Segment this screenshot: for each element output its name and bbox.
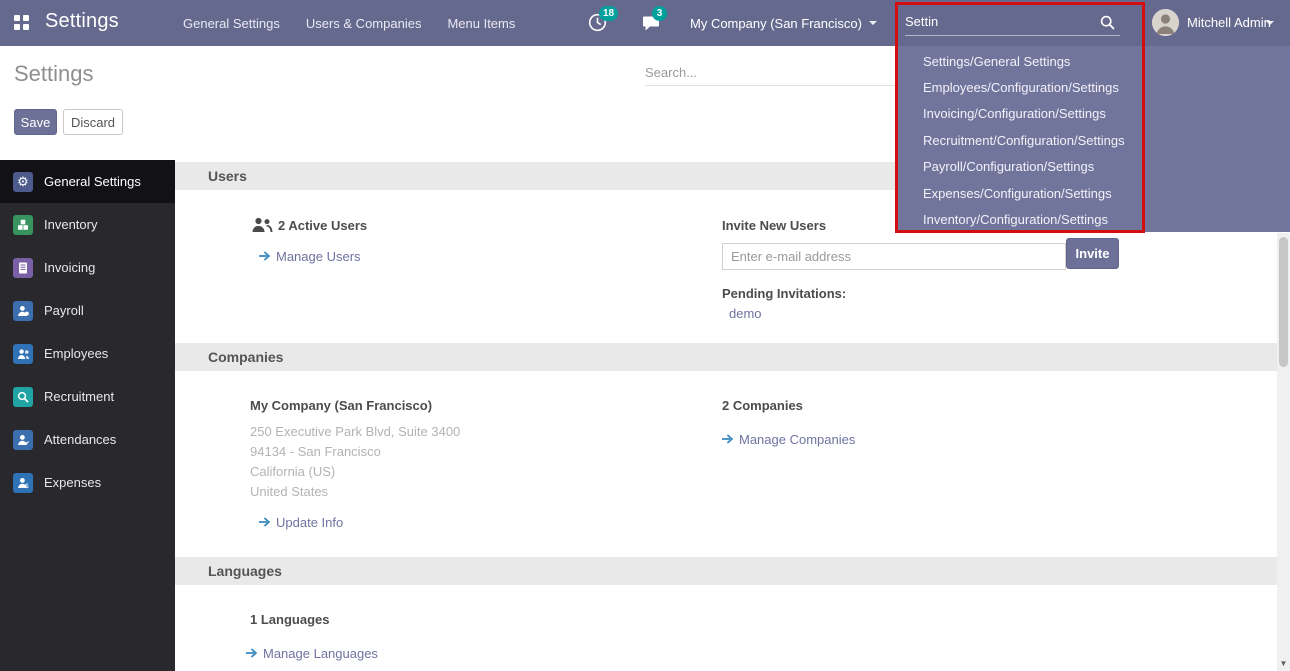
arrow-right-icon <box>259 249 271 264</box>
sidebar-item-employees[interactable]: Employees <box>0 332 175 375</box>
invite-new-users-title: Invite New Users <box>722 218 826 233</box>
manage-companies-link[interactable]: Manage Companies <box>722 432 855 447</box>
sidebar-item-label: General Settings <box>44 174 141 189</box>
search-result-item[interactable]: Invoicing/Configuration/Settings <box>895 101 1290 127</box>
general-settings-icon: ⚙ <box>13 172 33 192</box>
sidebar-item-label: Inventory <box>44 217 97 232</box>
menu-search-input[interactable] <box>905 8 1120 36</box>
section-header-languages: Languages <box>175 557 1277 585</box>
pending-invitation-tag[interactable]: demo <box>729 306 762 321</box>
search-result-item[interactable]: Settings/General Settings <box>895 48 1290 74</box>
users-icon <box>251 217 273 235</box>
search-result-item[interactable]: Expenses/Configuration/Settings <box>895 180 1290 206</box>
page-title: Settings <box>14 61 94 87</box>
invite-button[interactable]: Invite <box>1066 238 1119 269</box>
languages-count: 1 Languages <box>250 612 329 627</box>
scrollbar-down-arrow-icon[interactable]: ▼ <box>1277 655 1290 671</box>
invoicing-icon <box>13 258 33 278</box>
arrow-right-icon <box>246 646 258 661</box>
sidebar-item-attendances[interactable]: Attendances <box>0 418 175 461</box>
messages-badge: 3 <box>652 6 667 21</box>
pending-invitations-label: Pending Invitations: <box>722 286 846 301</box>
app-title[interactable]: Settings <box>45 10 119 33</box>
section-header-companies: Companies <box>175 343 1277 371</box>
sidebar-item-payroll[interactable]: Payroll <box>0 289 175 332</box>
odoo-settings-screen: Settings Save Discard Users 2 Active Use… <box>0 0 1290 671</box>
search-result-item[interactable]: Employees/Configuration/Settings <box>895 74 1290 100</box>
company-name: My Company (San Francisco) <box>250 398 432 413</box>
attendances-icon <box>13 430 33 450</box>
sidebar-item-label: Expenses <box>44 475 101 490</box>
chevron-down-icon <box>1266 21 1274 25</box>
sidebar-item-label: Recruitment <box>44 389 114 404</box>
company-address-line: 250 Executive Park Blvd, Suite 3400 <box>250 424 460 439</box>
sidebar-item-label: Attendances <box>44 432 116 447</box>
apps-menu-icon[interactable] <box>14 15 30 31</box>
discard-button[interactable]: Discard <box>63 109 123 135</box>
sidebar-item-recruitment[interactable]: Recruitment <box>0 375 175 418</box>
company-name-label: My Company (San Francisco) <box>690 16 862 31</box>
company-address-line: California (US) <box>250 464 335 479</box>
manage-companies-label: Manage Companies <box>739 432 855 447</box>
expenses-icon: $ <box>13 473 33 493</box>
section-title: Users <box>208 168 247 184</box>
save-button[interactable]: Save <box>14 109 57 135</box>
company-address-line: United States <box>250 484 328 499</box>
manage-languages-label: Manage Languages <box>263 646 378 661</box>
sidebar-item-label: Invoicing <box>44 260 95 275</box>
invite-email-field[interactable] <box>722 243 1066 270</box>
chevron-down-icon <box>869 21 877 25</box>
vertical-scrollbar[interactable]: ▼ <box>1277 233 1290 671</box>
sidebar-item-invoicing[interactable]: Invoicing <box>0 246 175 289</box>
active-users-count: 2 Active Users <box>278 218 367 233</box>
scrollbar-thumb[interactable] <box>1279 237 1288 367</box>
activity-badge: 18 <box>599 6 618 21</box>
arrow-right-icon <box>722 432 734 447</box>
menu-menu-items[interactable]: Menu Items <box>447 16 515 31</box>
employees-icon <box>13 344 33 364</box>
section-title: Languages <box>208 563 282 579</box>
menu-users-companies[interactable]: Users & Companies <box>306 16 422 31</box>
arrow-right-icon <box>259 515 271 530</box>
inventory-icon <box>13 215 33 235</box>
menu-search-results: Settings/General Settings Employees/Conf… <box>895 46 1290 233</box>
search-icon[interactable] <box>1100 15 1115 33</box>
search-result-item[interactable]: Payroll/Configuration/Settings <box>895 154 1290 180</box>
section-title: Companies <box>208 349 283 365</box>
svg-text:$: $ <box>25 484 29 489</box>
recruitment-icon <box>13 387 33 407</box>
manage-users-label: Manage Users <box>276 249 361 264</box>
menu-general-settings[interactable]: General Settings <box>183 16 280 31</box>
companies-count: 2 Companies <box>722 398 803 413</box>
search-result-item[interactable]: Recruitment/Configuration/Settings <box>895 127 1290 153</box>
update-info-link[interactable]: Update Info <box>259 515 343 530</box>
manage-languages-link[interactable]: Manage Languages <box>246 646 378 661</box>
manage-users-link[interactable]: Manage Users <box>259 249 361 264</box>
user-menu[interactable]: Mitchell Admin <box>1187 15 1271 30</box>
update-info-label: Update Info <box>276 515 343 530</box>
sidebar-item-general-settings[interactable]: ⚙ General Settings <box>0 160 175 203</box>
search-result-item[interactable]: Inventory/Configuration/Settings <box>895 206 1290 232</box>
sidebar-item-label: Employees <box>44 346 108 361</box>
payroll-icon <box>13 301 33 321</box>
user-avatar[interactable] <box>1152 9 1179 36</box>
sidebar-item-expenses[interactable]: $ Expenses <box>0 461 175 504</box>
company-switcher[interactable]: My Company (San Francisco) <box>690 0 877 46</box>
settings-sidebar: ⚙ General Settings Inventory Invoicing P… <box>0 160 175 671</box>
company-address-line: 94134 - San Francisco <box>250 444 381 459</box>
navbar-menu: General Settings Users & Companies Menu … <box>183 0 515 46</box>
sidebar-item-label: Payroll <box>44 303 84 318</box>
sidebar-item-inventory[interactable]: Inventory <box>0 203 175 246</box>
menu-search-results-panel: Settings/General Settings Employees/Conf… <box>895 46 1290 232</box>
